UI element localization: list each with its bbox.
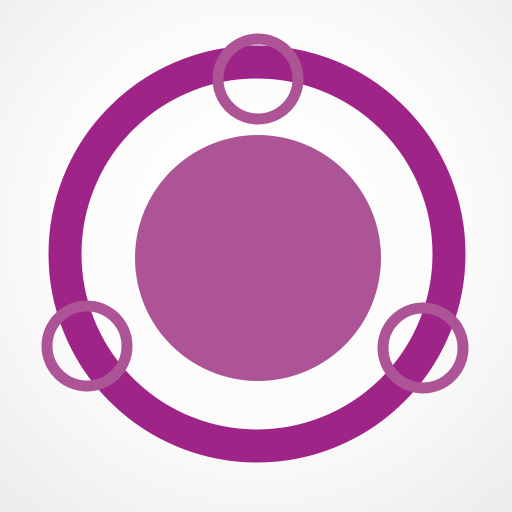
core-circle xyxy=(135,135,381,381)
app-logo-icon xyxy=(41,33,469,463)
